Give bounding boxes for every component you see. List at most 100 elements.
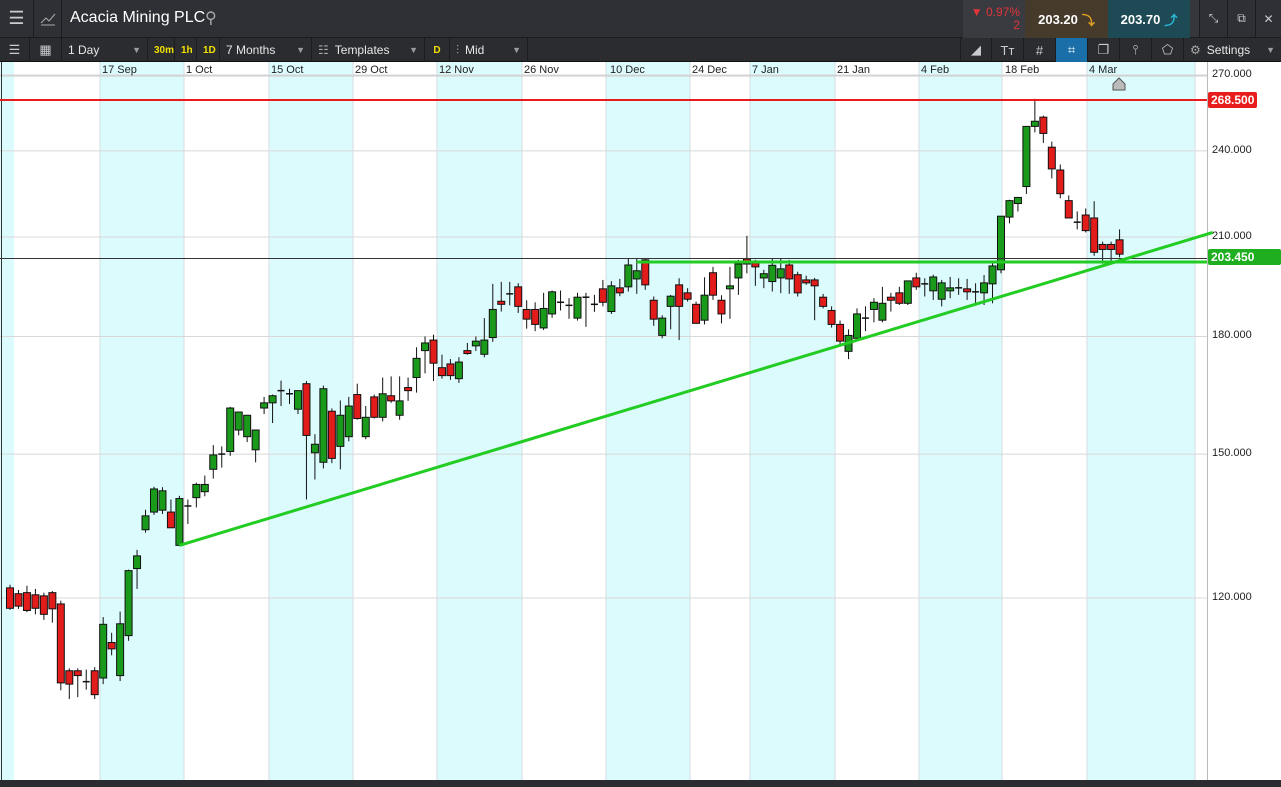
label-icon[interactable]: ⬠ bbox=[1152, 38, 1184, 62]
candle-down bbox=[793, 274, 802, 294]
candle-down bbox=[802, 279, 811, 284]
d-button[interactable]: D bbox=[425, 38, 450, 62]
layout-icon[interactable]: ▦ bbox=[30, 38, 62, 62]
buy-button[interactable]: 203.70 ⤴ bbox=[1108, 0, 1190, 38]
candle-down bbox=[370, 396, 379, 418]
quick-1h[interactable]: 1h bbox=[175, 38, 197, 62]
chevron-down-icon: ▼ bbox=[1266, 45, 1275, 55]
candle-up bbox=[929, 276, 938, 292]
candle-up bbox=[946, 287, 955, 292]
candle-down bbox=[751, 262, 760, 268]
candle-up bbox=[632, 270, 641, 280]
bottom-scrollbar[interactable] bbox=[0, 780, 1281, 787]
candle-up bbox=[1030, 120, 1039, 127]
candle-up bbox=[243, 414, 252, 438]
chart-type-icon[interactable] bbox=[34, 0, 62, 37]
search-icon[interactable]: ⚲ bbox=[205, 8, 217, 28]
price-chart[interactable] bbox=[0, 62, 1281, 780]
date-label: 15 Oct bbox=[271, 64, 304, 76]
candle-up bbox=[158, 490, 167, 511]
draw-line-icon[interactable]: ◢ bbox=[960, 38, 992, 62]
candle-up bbox=[666, 295, 675, 307]
current-price-label: 203.450 bbox=[1208, 249, 1281, 265]
chevron-down-icon: ▼ bbox=[512, 45, 521, 55]
crosshair-icon[interactable]: ⌗ bbox=[1056, 38, 1088, 62]
chart-toolbar: ☰ ▦ 1 Day ▼ 30m 1h 1D 7 Months ▼ ☷ Template… bbox=[0, 38, 1281, 62]
range-label: 7 Months bbox=[226, 43, 276, 57]
price-tick-label: 180.000 bbox=[1212, 329, 1252, 342]
candle-down bbox=[404, 387, 413, 392]
candle-down bbox=[615, 287, 624, 294]
candle-down bbox=[598, 288, 607, 303]
menu-icon[interactable]: ☰ bbox=[0, 0, 34, 37]
candle-up bbox=[480, 339, 489, 355]
grip-icon[interactable] bbox=[1190, 0, 1200, 37]
buy-price: 203.70 bbox=[1120, 11, 1161, 27]
close-icon[interactable]: ✕ bbox=[1256, 0, 1281, 37]
candle-down bbox=[886, 296, 895, 301]
candle-down bbox=[641, 259, 650, 286]
candle-down bbox=[463, 350, 472, 355]
candle-up bbox=[141, 515, 150, 531]
chevron-down-icon: ▼ bbox=[132, 45, 141, 55]
candle-down bbox=[107, 642, 116, 650]
candle-up bbox=[759, 273, 768, 279]
candle-up bbox=[776, 268, 785, 279]
candle-down bbox=[387, 395, 396, 402]
date-label: 17 Sep bbox=[102, 64, 137, 76]
candle-up bbox=[573, 296, 582, 319]
popout-icon[interactable]: ⧉ bbox=[1228, 0, 1256, 37]
indicator-icon[interactable]: ⫯ bbox=[1120, 38, 1152, 62]
templates-label: Templates bbox=[334, 43, 390, 57]
candle-down bbox=[429, 339, 438, 364]
quick-30m[interactable]: 30m bbox=[148, 38, 175, 62]
quick-1d[interactable]: 1D bbox=[197, 38, 220, 62]
candle-down bbox=[497, 300, 506, 305]
candle-up bbox=[624, 264, 633, 288]
candle-down bbox=[683, 292, 692, 300]
candle-down bbox=[166, 511, 175, 529]
list-icon[interactable]: ☰ bbox=[0, 38, 30, 62]
grid-icon[interactable]: # bbox=[1024, 38, 1056, 62]
candle-up bbox=[421, 342, 430, 352]
candle-up bbox=[937, 282, 946, 300]
interval-label: 1 Day bbox=[68, 43, 100, 57]
sell-button[interactable]: 203.20 ⤵ bbox=[1025, 0, 1108, 38]
date-label: 29 Oct bbox=[355, 64, 388, 76]
price-type-dropdown[interactable]: ⫶ Mid ▼ bbox=[450, 38, 528, 62]
candle-down bbox=[90, 670, 99, 696]
price-tick-label: 270.000 bbox=[1212, 67, 1252, 80]
interval-dropdown[interactable]: 1 Day ▼ bbox=[62, 38, 148, 62]
range-dropdown[interactable]: 7 Months ▼ bbox=[220, 38, 312, 62]
candle-down bbox=[692, 303, 701, 324]
candle-up bbox=[1005, 200, 1014, 218]
candle-up bbox=[700, 294, 709, 321]
instrument-title[interactable]: Acacia Mining PLC bbox=[70, 9, 205, 27]
candle-up bbox=[488, 308, 497, 339]
candle-up bbox=[988, 265, 997, 285]
candle-up bbox=[361, 416, 370, 438]
gear-icon: ⚙ bbox=[1190, 43, 1201, 57]
settings-dropdown[interactable]: ⚙ Settings ▼ bbox=[1184, 38, 1281, 62]
candle-up bbox=[878, 302, 887, 321]
candle-up bbox=[116, 623, 125, 677]
candle-down bbox=[709, 272, 718, 296]
candle-down bbox=[39, 595, 48, 615]
candle-down bbox=[522, 308, 531, 320]
candle-down bbox=[649, 299, 658, 320]
text-icon[interactable]: Tт bbox=[992, 38, 1024, 62]
date-band bbox=[919, 62, 1002, 780]
candle-up bbox=[454, 361, 463, 380]
top-bar: ☰ Acacia Mining PLC ⚲ ▼ 0.97% 2 203.20 ⤵ 2… bbox=[0, 0, 1281, 38]
settings-label: Settings bbox=[1206, 43, 1251, 57]
change-percent: ▼ 0.97% bbox=[970, 5, 1020, 19]
templates-dropdown[interactable]: ☷ Templates ▼ bbox=[312, 38, 425, 62]
windows-icon[interactable]: ❐ bbox=[1088, 38, 1120, 62]
candle-up bbox=[471, 340, 480, 347]
candle-down bbox=[302, 383, 311, 436]
date-label: 24 Dec bbox=[692, 64, 727, 76]
candle-down bbox=[675, 284, 684, 307]
price-tick-label: 120.000 bbox=[1212, 591, 1252, 603]
candle-up bbox=[903, 280, 912, 304]
minimize-icon[interactable]: ⤡ bbox=[1200, 0, 1228, 37]
